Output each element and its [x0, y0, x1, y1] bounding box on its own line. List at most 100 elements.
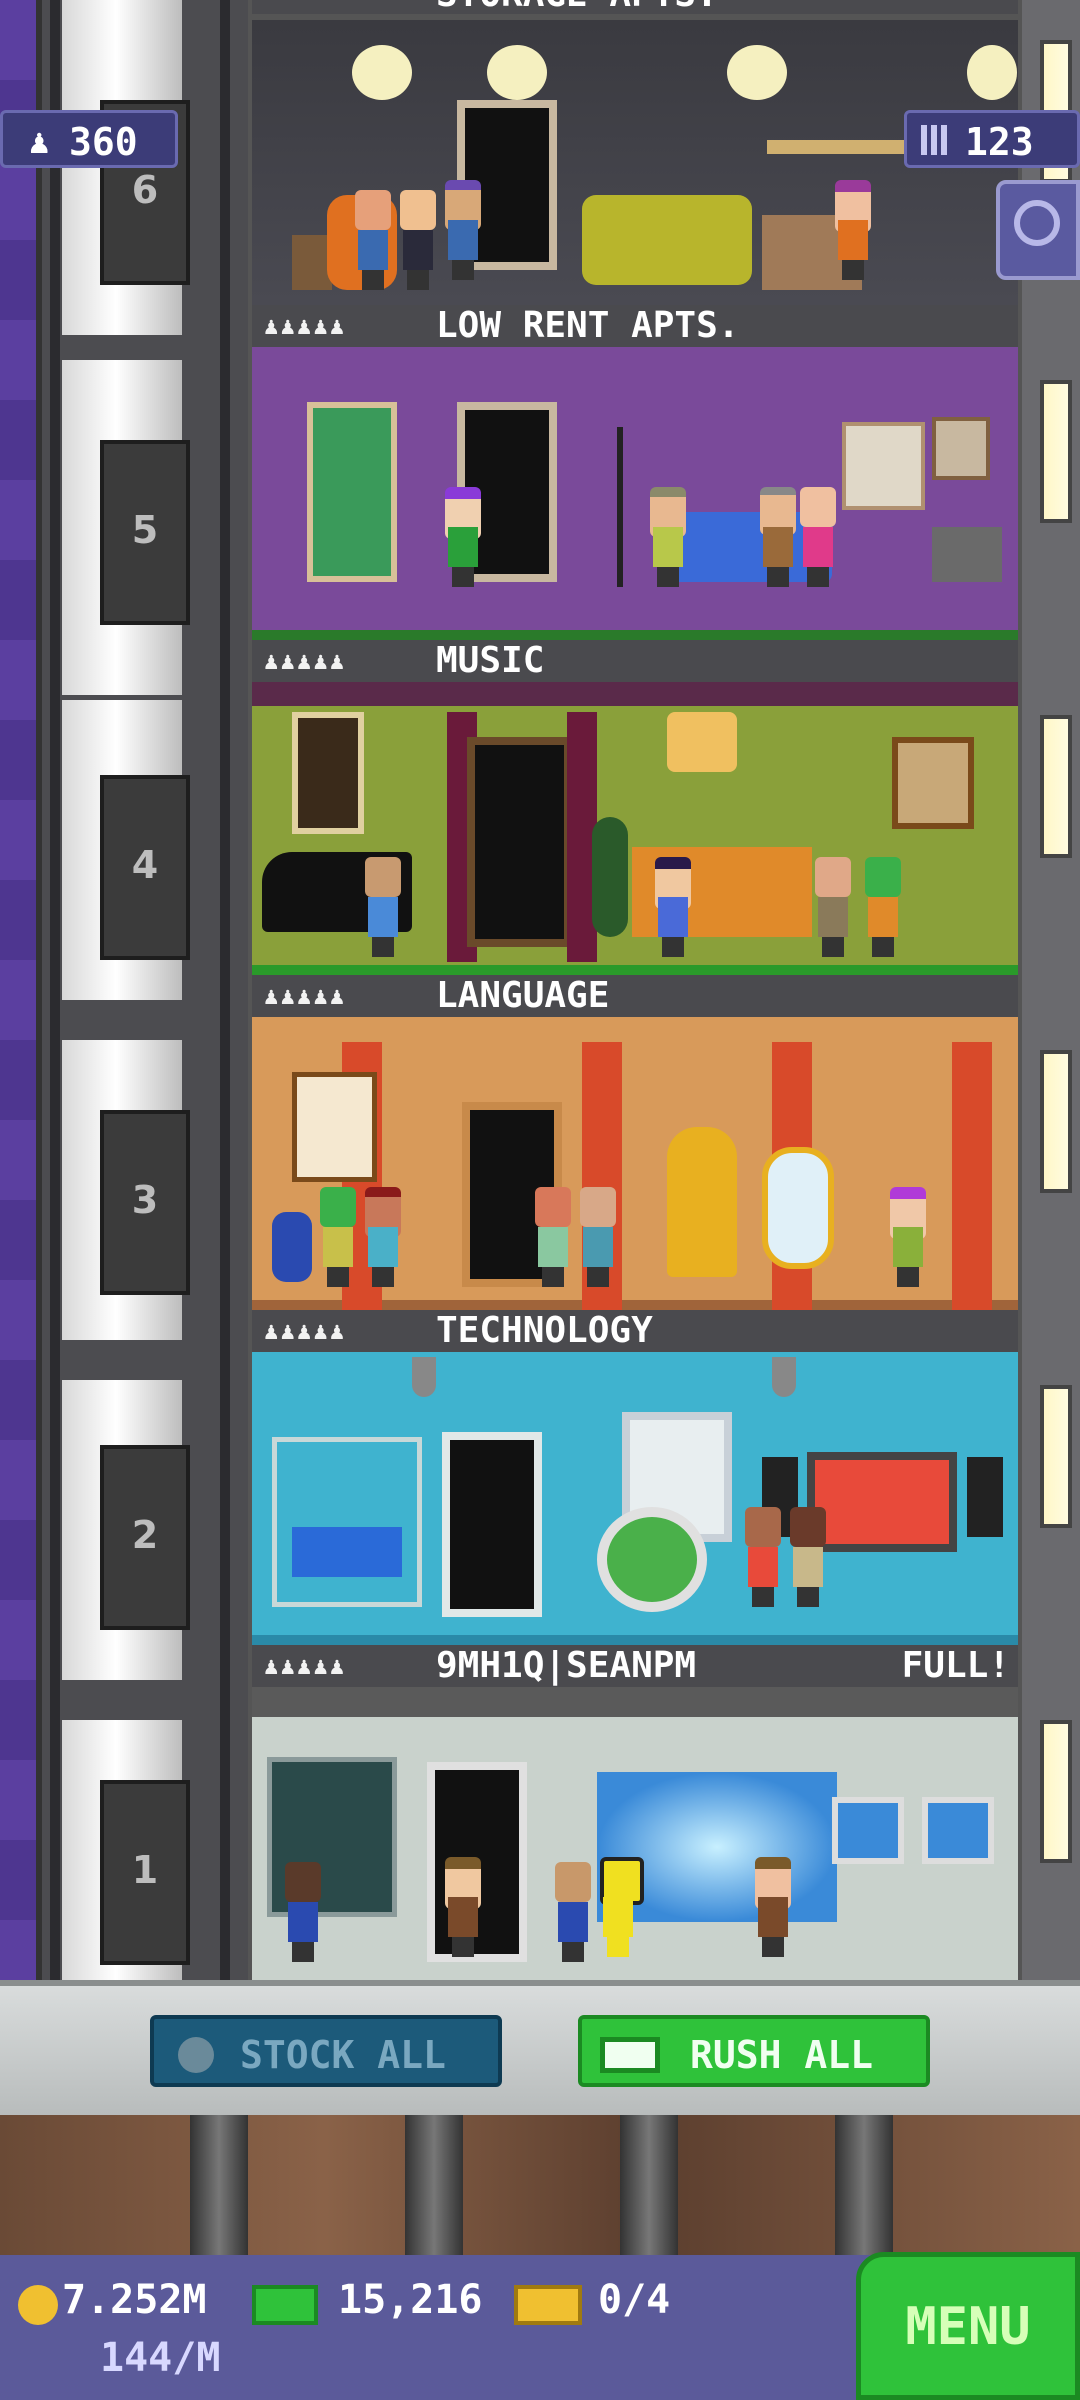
floor-name: LANGUAGE — [436, 975, 610, 1016]
floor-7-partial[interactable]: STORAGE APTS. — [252, 0, 1018, 20]
floor-1-custom[interactable]: ♟♟♟♟♟ 9MH1Q|SEANPM FULL! — [252, 1645, 1018, 1980]
wall-poster — [842, 422, 925, 510]
ceiling-lamp — [772, 1357, 796, 1397]
computer-screen — [832, 1797, 904, 1864]
bitizen[interactable] — [397, 190, 439, 290]
bitizen[interactable] — [552, 1862, 594, 1962]
floor-count-counter[interactable]: 123 — [904, 110, 1080, 168]
floor-4-music[interactable]: ♟♟♟♟♟ MUSIC — [252, 640, 1018, 975]
bitizen[interactable] — [442, 487, 484, 587]
tickets-value: 0/4 — [598, 2277, 671, 2323]
floor-header: ♟♟♟♟♟ 9MH1Q|SEANPM FULL! — [252, 1645, 1018, 1687]
clock-icon — [178, 2037, 214, 2073]
ceiling-light — [967, 45, 1017, 100]
lobby-floor — [0, 2115, 1080, 2255]
computer-screen — [922, 1797, 994, 1864]
bitizen[interactable] — [887, 1187, 929, 1287]
bitizen[interactable] — [362, 1187, 404, 1287]
floor-header: ♟♟♟♟♟ TECHNOLOGY — [252, 1310, 1018, 1352]
floor-number-1[interactable]: 1 — [100, 1780, 190, 1965]
building-icon — [921, 125, 951, 155]
golden-throne — [667, 1127, 737, 1277]
bitizen[interactable] — [757, 487, 799, 587]
speaker — [967, 1457, 1003, 1537]
coins-value: 7.252M — [62, 2277, 207, 2323]
floor-name: LOW RENT APTS. — [436, 305, 740, 346]
ceiling-light — [352, 45, 412, 100]
bitizen[interactable] — [647, 487, 689, 587]
green-door — [307, 402, 397, 582]
side-window — [1040, 715, 1072, 858]
left-building-edge — [0, 0, 36, 1985]
search-button[interactable] — [996, 180, 1080, 280]
music-store-interior — [252, 682, 1018, 975]
bitizen[interactable] — [812, 857, 854, 957]
bitizen[interactable] — [787, 1507, 829, 1607]
bitizen[interactable] — [442, 180, 484, 280]
bitizen[interactable] — [752, 1857, 794, 1957]
stock-all-button[interactable]: STOCK ALL — [150, 2015, 502, 2087]
bitizen[interactable] — [442, 1857, 484, 1957]
shaft-rail-left — [50, 0, 60, 1985]
computer-monitors — [292, 1527, 402, 1577]
bitizen[interactable] — [832, 180, 874, 280]
doorway — [442, 1432, 542, 1617]
security-room-interior — [252, 1687, 1018, 1980]
potted-plant — [592, 817, 628, 937]
bux-value: 15,216 — [338, 2277, 483, 2323]
side-window — [1040, 1385, 1072, 1528]
side-window — [1040, 380, 1072, 523]
bitizen[interactable] — [862, 857, 904, 957]
floor-stars: ♟♟♟♟♟ — [264, 312, 347, 340]
red-pillar — [952, 1042, 992, 1312]
floor-number-3[interactable]: 3 — [100, 1110, 190, 1295]
wall-tv — [807, 1452, 957, 1552]
bitizen[interactable] — [362, 857, 404, 957]
floor-stars: ♟♟♟♟♟ — [264, 647, 347, 675]
bitizen[interactable] — [797, 487, 839, 587]
hieroglyph-scroll — [292, 1072, 377, 1182]
doorway — [467, 737, 572, 947]
menu-button[interactable]: MENU — [856, 2252, 1080, 2400]
side-window — [1040, 1050, 1072, 1193]
egg-chair — [597, 1507, 707, 1612]
bitizen[interactable] — [577, 1187, 619, 1287]
full-indicator: FULL! — [901, 1645, 1010, 1686]
bitizen[interactable] — [317, 1187, 359, 1287]
chandelier — [667, 712, 737, 772]
bitizen[interactable] — [742, 1507, 784, 1607]
population-counter[interactable]: ♟ 360 — [0, 110, 178, 168]
technology-store-interior — [252, 1352, 1018, 1645]
rush-all-button[interactable]: RUSH ALL — [578, 2015, 930, 2087]
bitizen[interactable] — [652, 857, 694, 957]
curtain-rail — [252, 682, 1018, 706]
floor-5-low-rent-apts[interactable]: ♟♟♟♟♟ LOW RENT APTS. — [252, 305, 1018, 640]
floor-name: 9MH1Q|SEANPM — [436, 1645, 697, 1686]
floor-number-2[interactable]: 2 — [100, 1445, 190, 1630]
floor-header: STORAGE APTS. — [252, 0, 1018, 14]
people-icon: ♟ — [29, 122, 50, 162]
lobby-column — [190, 2115, 248, 2255]
bux-icon — [252, 2285, 318, 2325]
floor-name: TECHNOLOGY — [436, 1310, 653, 1351]
shaft-rail-right — [220, 0, 230, 1985]
side-window — [1040, 1720, 1072, 1863]
bitizen[interactable] — [352, 190, 394, 290]
storage-crate — [292, 235, 332, 290]
lobby-column — [620, 2115, 678, 2255]
old-tv — [932, 527, 1002, 582]
bitizen[interactable] — [597, 1857, 644, 1957]
bitizen[interactable] — [282, 1862, 324, 1962]
floor-2-technology[interactable]: ♟♟♟♟♟ TECHNOLOGY — [252, 1310, 1018, 1645]
floor-number-5[interactable]: 5 — [100, 440, 190, 625]
lobby-column — [405, 2115, 463, 2255]
floor-header: ♟♟♟♟♟ LOW RENT APTS. — [252, 305, 1018, 347]
low-rent-room-interior — [252, 347, 1018, 640]
bitizen[interactable] — [532, 1187, 574, 1287]
floor-number-4[interactable]: 4 — [100, 775, 190, 960]
lobby-column — [835, 2115, 893, 2255]
wall-shelf — [767, 140, 907, 154]
coins-rate: 144/M — [100, 2335, 221, 2381]
floor-3-language[interactable]: ♟♟♟♟♟ LANGUAGE — [252, 975, 1018, 1312]
floor-stars: ♟♟♟♟♟ — [264, 982, 347, 1010]
